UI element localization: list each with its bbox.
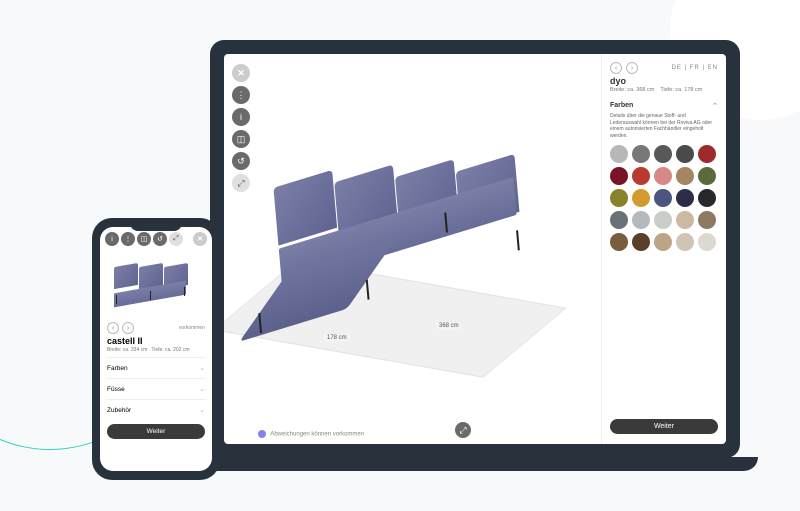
laptop-base [192,457,758,471]
phone-device: i ⋮ ◫ ↺ ⤢ ✕ ‹ › vorkommen castell II [92,218,220,480]
colors-description: Details über die genaue Stoff- und Leder… [610,113,718,139]
color-swatch[interactable] [676,189,694,207]
color-swatch[interactable] [654,211,672,229]
continue-button[interactable]: Weiter [610,419,718,434]
laptop-frame: ✕ ⋮ i ◫ ↺ ⤢ [210,40,740,458]
color-indicator-icon [258,430,266,438]
prev-icon[interactable]: ‹ [610,62,622,74]
more-icon[interactable]: ⋮ [121,232,135,246]
next-icon[interactable]: › [626,62,638,74]
color-swatch[interactable] [610,145,628,163]
color-swatch[interactable] [676,211,694,229]
color-swatch[interactable] [632,145,650,163]
phone-notch [130,221,182,231]
color-swatch[interactable] [610,233,628,251]
section-feet[interactable]: Füsse ⌄ [107,378,205,399]
side-header: ‹ › DE | FR | EN [610,62,718,74]
chevron-up-icon: ⌃ [712,102,718,110]
info-icon[interactable]: i [105,232,119,246]
product-dimensions: Breite: ca. 334 cm Tiefe: ca. 202 cm [107,347,205,353]
color-swatch[interactable] [632,233,650,251]
color-swatch[interactable] [698,189,716,207]
color-swatch[interactable] [654,189,672,207]
color-swatch[interactable] [698,145,716,163]
phone-accordion: Farben ⌄ Füsse ⌄ Zubehör ⌄ [107,357,205,420]
next-icon[interactable]: › [122,322,134,334]
sofa-3d[interactable] [273,157,563,311]
color-swatch[interactable] [698,211,716,229]
section-colors[interactable]: Farben ⌃ [610,99,718,113]
zoom-icon[interactable]: ⤢ [169,232,183,246]
dimension-length: 368 cm [436,322,462,330]
color-swatch[interactable] [632,167,650,185]
section-accessories[interactable]: Zubehör ⌄ [107,399,205,420]
viewport-footer: Abweichungen können vorkommen [258,430,364,438]
phone-screen: i ⋮ ◫ ↺ ⤢ ✕ ‹ › vorkommen castell II [100,227,212,471]
color-swatch[interactable] [610,189,628,207]
color-swatch[interactable] [676,167,694,185]
color-swatch[interactable] [632,211,650,229]
laptop-device: ✕ ⋮ i ◫ ↺ ⤢ [210,40,740,471]
product-name: dyo [610,76,718,86]
color-swatch[interactable] [632,189,650,207]
color-swatch[interactable] [610,211,628,229]
footer-hint: vorkommen [179,325,205,331]
phone-info-panel: ‹ › vorkommen castell II Breite: ca. 334… [100,322,212,471]
product-name: castell II [107,336,205,346]
dimensions-icon[interactable]: ◫ [137,232,151,246]
product-dimensions: Breite: ca. 368 cm Tiefe: ca. 178 cm [610,87,718,93]
section-colors[interactable]: Farben ⌄ [107,357,205,378]
close-icon[interactable]: ✕ [193,232,207,246]
chevron-down-icon: ⌄ [200,385,205,393]
color-swatches [610,145,718,251]
dimension-width: 178 cm [324,334,350,342]
chevron-down-icon: ⌄ [200,406,205,414]
color-swatch[interactable] [654,145,672,163]
laptop-screen: ✕ ⋮ i ◫ ↺ ⤢ [224,54,726,444]
phone-viewport[interactable] [100,246,212,322]
continue-button[interactable]: Weiter [107,424,205,439]
color-swatch[interactable] [676,233,694,251]
language-switch[interactable]: DE | FR | EN [672,65,718,71]
configurator-viewport[interactable]: 178 cm 368 cm Abweichungen können vorkom… [224,54,601,444]
color-swatch[interactable] [654,167,672,185]
footer-text: Abweichungen können vorkommen [270,432,364,438]
chevron-down-icon: ⌄ [200,364,205,372]
prev-icon[interactable]: ‹ [107,322,119,334]
color-swatch[interactable] [698,167,716,185]
sofa-3d[interactable] [114,265,199,301]
side-panel: ‹ › DE | FR | EN dyo Breite: ca. 368 cm … [601,54,726,444]
color-swatch[interactable] [610,167,628,185]
expand-icon[interactable]: ⤢ [455,422,471,438]
color-swatch[interactable] [698,233,716,251]
reset-icon[interactable]: ↺ [153,232,167,246]
color-swatch[interactable] [676,145,694,163]
color-swatch[interactable] [654,233,672,251]
